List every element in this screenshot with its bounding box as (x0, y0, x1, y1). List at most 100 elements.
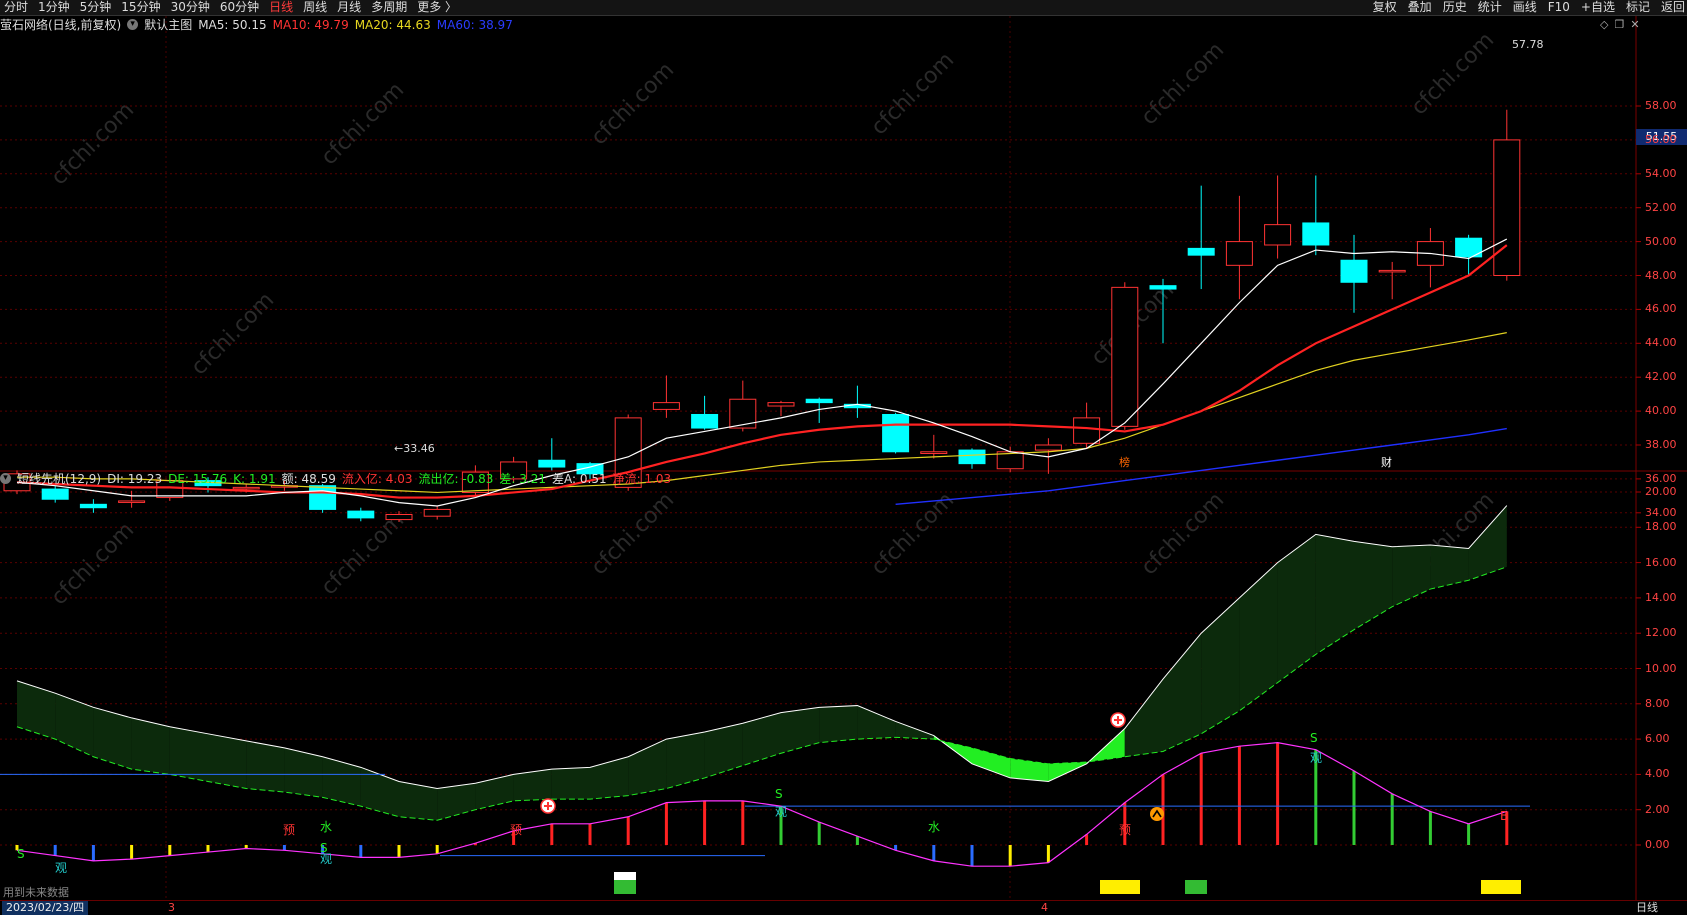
date-axis-bar: 2023/02/23/四 3 4 日线 (0, 900, 1687, 915)
k-bar (855, 836, 859, 845)
draw-button[interactable]: 画线 (1513, 0, 1537, 15)
band-segment (857, 705, 896, 740)
candle-body (118, 500, 146, 503)
period-tab-active[interactable]: 日线 (269, 0, 293, 15)
candle-body (1493, 139, 1521, 277)
history-button[interactable]: 历史 (1443, 0, 1467, 15)
month-tick-4: 4 (1041, 901, 1048, 914)
template-dropdown-icon[interactable]: ▾ (127, 19, 139, 30)
close-icon[interactable]: ✕ (1630, 18, 1639, 31)
price-axis-label: 44.00 (1645, 336, 1677, 350)
period-tab[interactable]: 月线 (337, 0, 361, 15)
candle-body (1340, 259, 1368, 283)
k-bar (664, 802, 668, 845)
price-axis-label: 40.00 (1645, 404, 1677, 418)
k-bar (282, 845, 286, 851)
price-axis-label: 48.00 (1645, 268, 1677, 282)
ma5-line (16, 238, 1508, 507)
event-marker: 榜 (1119, 455, 1130, 469)
watermark-text: cfchi.com (1137, 488, 1230, 581)
add-watchlist-button[interactable]: +自选 (1581, 0, 1615, 15)
price-axis-label: 50.00 (1645, 234, 1677, 248)
period-tab[interactable]: 1分钟 (38, 0, 70, 15)
amount-value: 48.59 (301, 472, 336, 486)
signal-label: 观 (320, 852, 332, 866)
cursor-date: 2023/02/23/四 (2, 901, 89, 915)
band-segment (169, 726, 208, 782)
ma10-value: 49.79 (314, 18, 349, 32)
indicator-dropdown-icon[interactable]: ▾ (0, 473, 11, 484)
diffa-label: 差A: (552, 472, 577, 486)
band-segment (322, 756, 361, 807)
back-button[interactable]: 返回 (1661, 0, 1685, 15)
price-axis-label: 58.00 (1645, 99, 1677, 112)
watermark-text: cfchi.com (47, 518, 140, 611)
k-bar (1390, 793, 1394, 845)
price-axis-label: 46.00 (1645, 302, 1677, 316)
candle-body (1225, 241, 1253, 266)
k-bar (1237, 746, 1241, 845)
price-axis-label: 52.00 (1645, 200, 1677, 214)
indicator-title[interactable]: 短线先机(12,9) (17, 470, 101, 488)
watermark-text: cfchi.com (1137, 38, 1230, 131)
period-tab[interactable]: 30分钟 (171, 0, 210, 15)
amount-label: 额: (281, 472, 298, 486)
signal-block-green (1185, 880, 1207, 894)
period-tab[interactable]: 分时 (4, 0, 28, 15)
signal-label: 预 (1119, 823, 1131, 837)
k-bar (588, 823, 592, 845)
band-segment (819, 705, 858, 743)
k-bar (359, 845, 363, 858)
band-segment (781, 707, 820, 754)
mark-button[interactable]: 标记 (1626, 0, 1650, 15)
outflow-label: 流出亿: (418, 472, 459, 486)
indicator-axis-label: 18.00 (1645, 520, 1677, 534)
diamond-icon[interactable]: ◇ (1600, 18, 1608, 31)
period-tab[interactable]: 周线 (303, 0, 327, 15)
adjust-button[interactable]: 复权 (1373, 0, 1397, 15)
candle-body (1034, 444, 1062, 451)
period-indicator: 日线 (1636, 901, 1658, 914)
k-bar (1352, 770, 1356, 845)
price-axis-label: 42.00 (1645, 370, 1677, 384)
ma60-line (895, 427, 1507, 506)
signal-label: 观 (55, 861, 67, 875)
di-value: 19.23 (127, 472, 163, 486)
chart-canvas[interactable]: cfchi.com cfchi.com cfchi.com cfchi.com cfch… (0, 16, 1687, 900)
overlay-button[interactable]: 叠加 (1408, 0, 1432, 15)
watermark-text: cfchi.com (867, 488, 960, 581)
event-marker: 财 (1381, 455, 1392, 469)
signal-block-white (614, 872, 636, 880)
period-tab[interactable]: 15分钟 (121, 0, 160, 15)
main-chart-header: 萤石网络(日线,前复权) ▾ 默认主图 MA5: 50.15 MA10: 49.… (0, 16, 513, 34)
candle-body (1073, 417, 1101, 444)
more-periods-button[interactable]: 更多 〉 (417, 0, 457, 15)
template-name[interactable]: 默认主图 (144, 16, 192, 34)
band-segment (17, 680, 56, 740)
stats-button[interactable]: 统计 (1478, 0, 1502, 15)
k-bar (741, 800, 745, 845)
period-tab[interactable]: 多周期 (371, 0, 407, 15)
candle-body (347, 510, 375, 519)
signal-block-yellow (1481, 880, 1521, 894)
period-tab[interactable]: 5分钟 (80, 0, 112, 15)
signal-label: 水 (320, 820, 332, 834)
k-bar (168, 845, 172, 856)
month-tick-3: 3 (168, 901, 175, 914)
k-bar (817, 822, 821, 845)
indicator-axis-label: 6.00 (1645, 732, 1670, 746)
watermark-text: cfchi.com (47, 98, 140, 191)
header-icons: ◇ ❐ ✕ (1600, 18, 1640, 31)
period-tab[interactable]: 60分钟 (220, 0, 259, 15)
signal-label: B (1500, 809, 1508, 823)
k-bar (1428, 811, 1432, 845)
candle-body (882, 413, 910, 453)
diff-value: 3.21 (519, 472, 546, 486)
indicator-axis-label: 16.00 (1645, 555, 1677, 569)
ma60-label: MA60: (436, 18, 475, 32)
k-bar (703, 800, 707, 845)
outflow-value: -0.83 (462, 472, 494, 486)
candle-body (958, 449, 986, 465)
f10-button[interactable]: F10 (1548, 0, 1570, 15)
restore-icon[interactable]: ❐ (1614, 18, 1624, 31)
